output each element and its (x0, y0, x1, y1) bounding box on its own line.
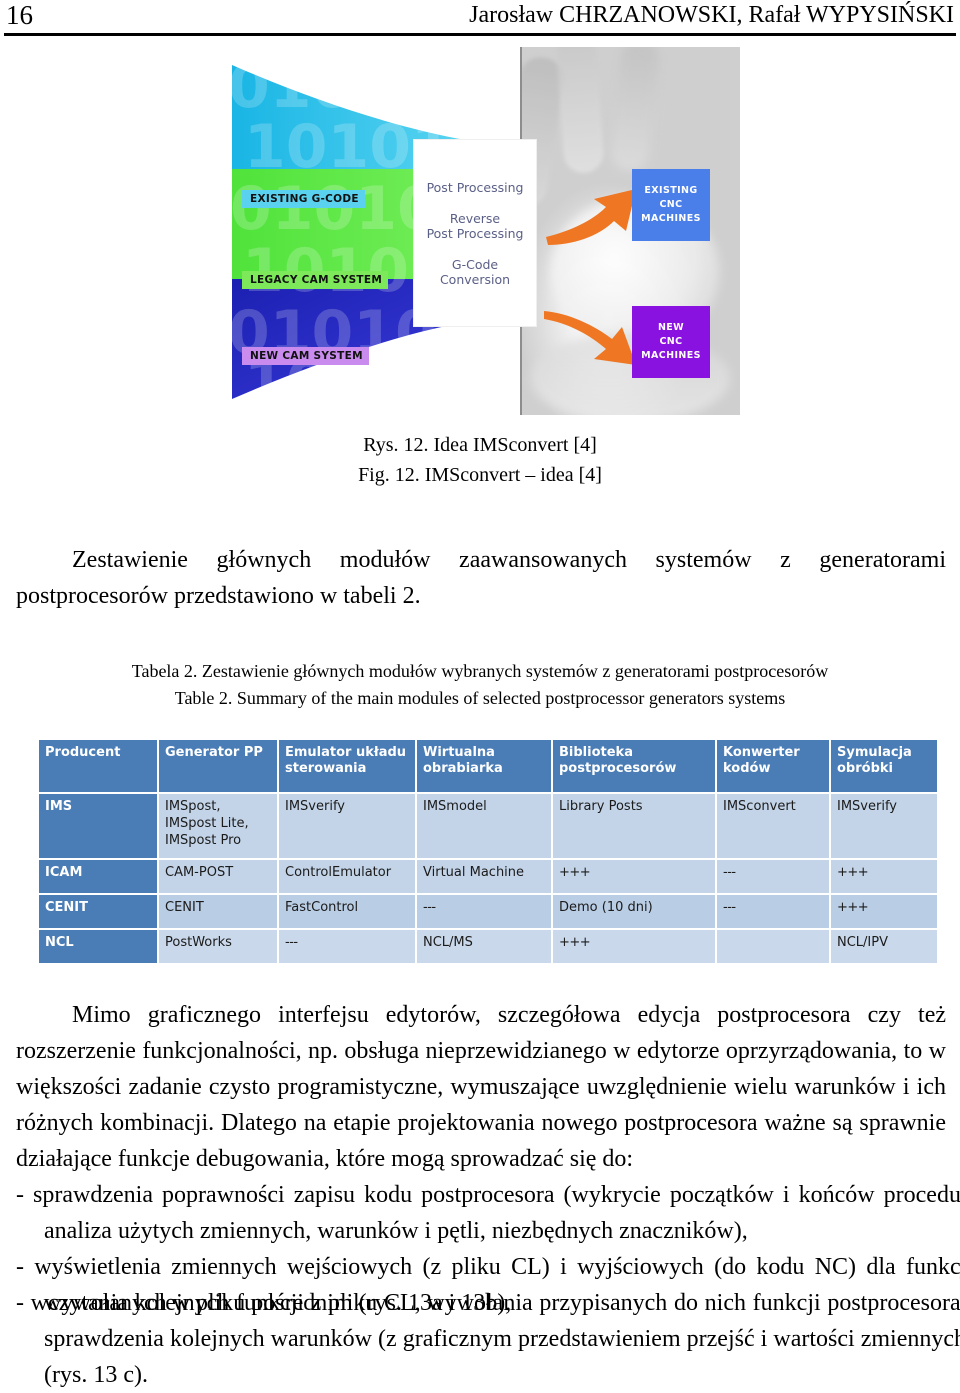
cell-emulator: FastControl (279, 895, 415, 928)
cell-library: Demo (10 dni) (553, 895, 715, 928)
cell-vendor: CENIT (39, 895, 157, 928)
list-item: - sprawdzenia poprawności zapisu kodu po… (16, 1182, 960, 1244)
cell-emulator: ControlEmulator (279, 860, 415, 893)
figure-canvas: 0101 10101 01010 10101 01010 10101 EXIST… (184, 47, 740, 415)
table-row: ICAM CAM-POST ControlEmulator Virtual Ma… (39, 860, 937, 893)
process-gcode-conversion: G-Code Conversion (439, 256, 511, 287)
table-caption-pl: Tabela 2. Zestawienie głównych modułów w… (131, 661, 829, 681)
header-rule (4, 33, 956, 36)
cell-virtual-machine: --- (417, 895, 551, 928)
arrow-to-new-cnc-icon (544, 311, 636, 365)
cell-library: +++ (553, 930, 715, 963)
cell-simulation: IMSverify (831, 794, 937, 858)
cell-virtual-machine: IMSmodel (417, 794, 551, 858)
cell-converter: IMSconvert (717, 794, 829, 858)
cell-library: Library Posts (553, 794, 715, 858)
table-header-simulation: Symulacja obróbki (831, 740, 937, 792)
cell-simulation: +++ (831, 860, 937, 893)
cell-emulator: IMSverify (279, 794, 415, 858)
table-2: Producent Generator PP Emulator układu s… (37, 738, 939, 965)
new-cnc-line-1: NEW (657, 322, 685, 333)
cell-converter (717, 930, 829, 963)
cell-generator-pp: PostWorks (159, 930, 277, 963)
figure-caption-en: Fig. 12. IMSconvert – idea [4] (358, 464, 602, 486)
table-caption-en: Table 2. Summary of the main modules of … (174, 688, 786, 708)
cell-simulation: +++ (831, 895, 937, 928)
cell-virtual-machine: Virtual Machine (417, 860, 551, 893)
table-caption: Tabela 2. Zestawienie głównych modułów w… (0, 658, 960, 712)
new-cnc-line-2: CNC (659, 336, 683, 347)
page-number: 16 (6, 0, 33, 30)
paragraph-intro: Zestawienie głównych modułów zaawansowan… (16, 547, 946, 609)
cell-converter: --- (717, 860, 829, 893)
existing-cnc-line-1: EXISTING (644, 185, 698, 196)
photo-highlight-a (609, 47, 661, 173)
paragraph-mimo: Mimo graficznego interfejsu edytorów, sz… (16, 1002, 946, 1172)
table-header-virtual-machine: Wirtualna obrabiarka (417, 740, 551, 792)
existing-cnc-line-3: MACHINES (641, 213, 701, 224)
process-reverse-post-processing: Reverse Post Processing (426, 210, 524, 241)
new-cnc-machines-box: NEW CNC MACHINES (632, 306, 710, 378)
table-row: CENIT CENIT FastControl --- Demo (10 dni… (39, 895, 937, 928)
table-header-generator-pp: Generator PP (159, 740, 277, 792)
table-header-library: Biblioteka postprocesorów (553, 740, 715, 792)
figure-caption-pl: Rys. 12. Idea IMSconvert [4] (363, 434, 597, 456)
funnel-label-existing-gcode: EXISTING G-CODE (242, 190, 365, 208)
table-header-emulator: Emulator układu sterowania (279, 740, 415, 792)
page-header: 16 Jarosław CHRZANOWSKI, Rafał WYPYSIŃSK… (0, 0, 960, 34)
cell-emulator: --- (279, 930, 415, 963)
table-header-producent: Producent (39, 740, 157, 792)
existing-cnc-machines-box: EXISTING CNC MACHINES (632, 169, 710, 241)
cell-vendor: IMS (39, 794, 157, 858)
cell-simulation: NCL/IPV (831, 930, 937, 963)
table-row: NCL PostWorks --- NCL/MS +++ NCL/IPV (39, 930, 937, 963)
figure-12: 0101 10101 01010 10101 01010 10101 EXIST… (184, 47, 740, 415)
figure-caption: Rys. 12. Idea IMSconvert [4] Fig. 12. IM… (0, 430, 960, 490)
svg-text:01010: 01010 (230, 174, 439, 244)
funnel-label-legacy-cam: LEGACY CAM SYSTEM (242, 271, 389, 289)
arrow-to-existing-cnc-icon (546, 189, 636, 245)
process-post-processing: Post Processing (426, 179, 524, 195)
running-title: Jarosław CHRZANOWSKI, Rafał WYPYSIŃSKI (469, 2, 954, 28)
cell-vendor: ICAM (39, 860, 157, 893)
new-cnc-line-3: MACHINES (641, 350, 701, 361)
existing-cnc-line-2: CNC (659, 199, 683, 210)
cell-generator-pp: IMSpost, IMSpost Lite, IMSpost Pro (159, 794, 277, 858)
table-header-converter: Konwerter kodów (717, 740, 829, 792)
table-header-row: Producent Generator PP Emulator układu s… (39, 740, 937, 792)
table-row: IMS IMSpost, IMSpost Lite, IMSpost Pro I… (39, 794, 937, 858)
list-item: - wczytania kolejnych funkcji z pliku CL… (16, 1290, 960, 1388)
cell-generator-pp: CAM-POST (159, 860, 277, 893)
funnel-label-new-cam: NEW CAM SYSTEM (242, 347, 369, 365)
cell-virtual-machine: NCL/MS (417, 930, 551, 963)
cell-library: +++ (553, 860, 715, 893)
cell-generator-pp: CENIT (159, 895, 277, 928)
cell-vendor: NCL (39, 930, 157, 963)
process-card: Post Processing Reverse Post Processing … (414, 140, 536, 326)
cell-converter: --- (717, 895, 829, 928)
